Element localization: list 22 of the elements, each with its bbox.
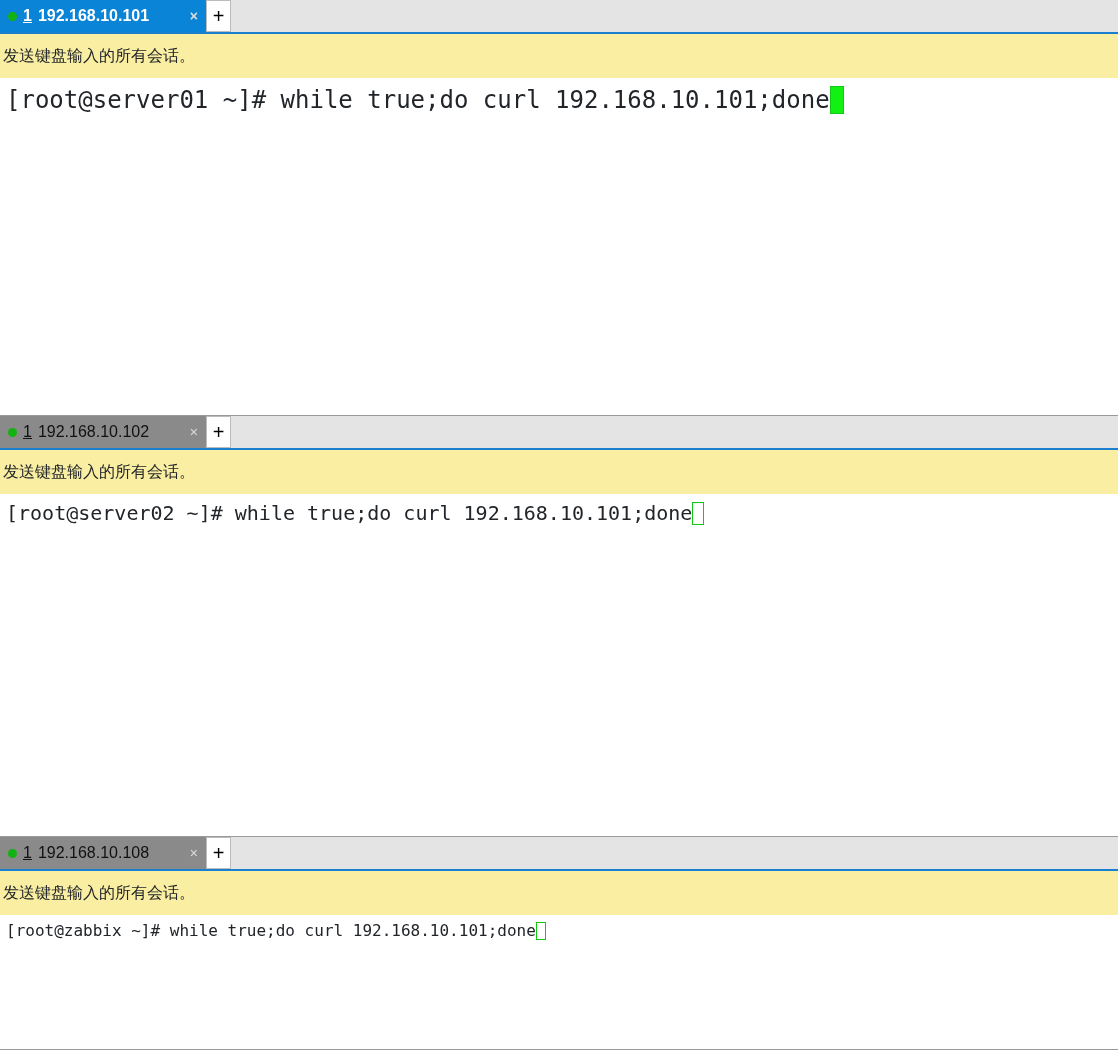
tab-host: 192.168.10.101	[37, 6, 150, 26]
broadcast-banner: 发送键盘输入的所有会话。	[0, 448, 1118, 494]
tab-host: 192.168.10.108	[37, 843, 150, 863]
new-tab-button[interactable]: +	[206, 416, 231, 448]
tab-number: 1	[23, 422, 32, 442]
new-tab-button[interactable]: +	[206, 837, 231, 869]
new-tab-button[interactable]: +	[206, 0, 231, 32]
status-dot-icon	[8, 848, 17, 858]
status-dot-icon	[8, 427, 17, 437]
command-line: [root@server01 ~]# while true;do curl 192.168.10.101;done	[6, 85, 830, 116]
status-dot-icon	[8, 11, 17, 21]
tab-host: 192.168.10.102	[37, 422, 150, 442]
command-line: [root@zabbix ~]# while true;do curl 192.168.10.101;done	[6, 920, 536, 942]
session-tab[interactable]: 1 192.168.10.101 ×	[0, 0, 206, 32]
tab-number: 1	[23, 6, 32, 26]
session-tab[interactable]: 1 192.168.10.102 ×	[0, 416, 206, 448]
command-line: [root@server02 ~]# while true;do curl 192.168.10.101;done	[6, 500, 693, 527]
broadcast-banner: 发送键盘输入的所有会话。	[0, 869, 1118, 915]
broadcast-banner: 发送键盘输入的所有会话。	[0, 32, 1118, 78]
tab-number: 1	[23, 843, 32, 863]
session-tab[interactable]: 1 192.168.10.108 ×	[0, 837, 206, 869]
close-tab-button[interactable]: ×	[189, 5, 198, 27]
